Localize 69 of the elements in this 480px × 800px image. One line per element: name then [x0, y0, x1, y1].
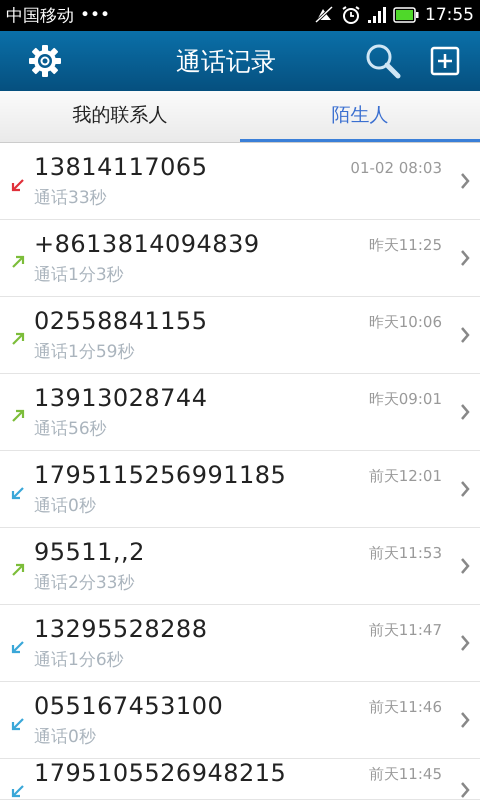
call-duration: 通话1分59秒 — [34, 341, 136, 364]
call-time: 昨天10:06 — [368, 312, 442, 332]
call-row[interactable]: 13814117065 01-02 08:03 通话33秒 — [0, 143, 480, 220]
add-button[interactable] — [430, 46, 460, 76]
call-time: 01-02 08:03 — [350, 158, 442, 178]
incoming-arrow-icon — [10, 485, 26, 502]
search-button[interactable] — [364, 42, 402, 80]
incoming-arrow-icon — [10, 639, 26, 656]
screen-title: 通话记录 — [175, 46, 277, 78]
phone-number: 1795105526948215 — [34, 759, 288, 788]
call-duration: 通话0秒 — [34, 495, 97, 518]
call-duration: 通话2分33秒 — [34, 572, 136, 594]
call-time: 前天11:53 — [368, 543, 442, 564]
outgoing-arrow-icon — [10, 562, 26, 578]
chevron-icon — [460, 711, 470, 730]
outgoing-arrow-icon — [10, 254, 26, 270]
incoming-arrow-icon — [10, 783, 26, 800]
phone-number: 13814117065 — [34, 153, 208, 182]
incoming-arrow-icon — [10, 177, 26, 194]
call-row[interactable]: 055167453100 前天11:46 通话0秒 — [0, 682, 480, 760]
phone-number: 13913028744 — [34, 384, 208, 412]
incoming-arrow-icon — [10, 716, 26, 732]
chevron-icon — [460, 249, 470, 268]
call-row[interactable]: 1795105526948215 前天11:45 — [0, 759, 480, 800]
call-time: 昨天09:01 — [368, 389, 442, 410]
signal-icon — [367, 6, 387, 24]
call-row[interactable]: +8613814094839 昨天11:25 通话1分3秒 — [0, 220, 480, 298]
chevron-icon — [460, 634, 470, 652]
call-time: 前天11:46 — [368, 697, 442, 718]
call-time: 前天11:45 — [368, 764, 442, 784]
add-icon — [430, 46, 460, 76]
call-time: 前天11:47 — [368, 620, 442, 640]
call-row[interactable]: 13295528288 前天11:47 通话1分6秒 — [0, 605, 480, 682]
chevron-icon — [460, 557, 470, 576]
carrier-name: 中国移动 — [6, 4, 74, 27]
clock-time: 17:55 — [425, 5, 474, 26]
call-time: 前天12:01 — [368, 466, 442, 486]
chevron-icon — [460, 480, 470, 498]
chevron-icon — [460, 403, 470, 422]
phone-number: 1795115256991185 — [34, 461, 288, 490]
call-row[interactable]: 95511,,2 前天11:53 通话2分33秒 — [0, 528, 480, 606]
call-duration: 通话33秒 — [34, 187, 108, 210]
call-duration: 通话56秒 — [34, 418, 108, 440]
call-row[interactable]: 1795115256991185 前天12:01 通话0秒 — [0, 451, 480, 528]
notification-dots: ••• — [80, 5, 110, 26]
call-duration: 通话1分3秒 — [34, 264, 125, 286]
call-duration: 通话1分6秒 — [34, 649, 125, 672]
chevron-icon — [460, 326, 470, 344]
call-row[interactable]: 02558841155 昨天10:06 通话1分59秒 — [0, 297, 480, 374]
chevron-icon — [460, 781, 470, 800]
settings-button[interactable] — [28, 44, 62, 78]
call-time: 昨天11:25 — [368, 235, 442, 256]
call-row[interactable]: 13913028744 昨天09:01 通话56秒 — [0, 374, 480, 452]
tab[interactable]: 我的联系人 — [0, 91, 240, 142]
settings-icon — [28, 44, 62, 78]
phone-number: 055167453100 — [34, 692, 224, 720]
outgoing-arrow-icon — [10, 408, 26, 424]
phone-number: 95511,,2 — [34, 538, 146, 566]
battery-icon — [393, 7, 419, 24]
alarm-icon — [341, 5, 361, 26]
tab[interactable]: 陌生人 — [240, 91, 480, 142]
call-duration: 通话0秒 — [34, 726, 97, 748]
phone-number: +8613814094839 — [34, 230, 261, 258]
search-icon — [364, 42, 402, 80]
phone-number: 02558841155 — [34, 307, 208, 336]
outgoing-arrow-icon — [10, 331, 26, 348]
muted-icon — [313, 5, 335, 26]
chevron-icon — [460, 172, 470, 190]
phone-number: 13295528288 — [34, 615, 208, 644]
